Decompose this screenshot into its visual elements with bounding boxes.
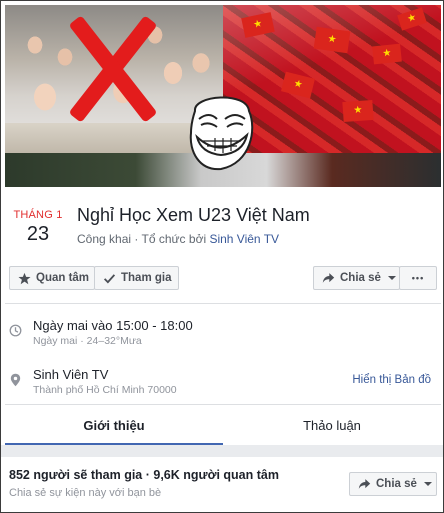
share-arrow-icon [322,273,335,283]
event-date: THÁNG 1 23 [13,209,63,246]
caret-down-icon [423,482,432,486]
event-meta: Công khai · Tổ chức bởi Sinh Viên TV [77,232,279,246]
more-button[interactable]: ••• [399,266,437,290]
share-button[interactable]: Chia sẻ [313,266,400,290]
share-arrow-icon [358,479,371,489]
location-city: Thành phố Hồ Chí Minh 70000 [33,384,177,396]
cover-photo [5,5,441,187]
share-label-bottom: Chia sẻ [376,478,417,490]
going-label: Tham gia [121,272,172,284]
share-button-bottom[interactable]: Chia sẻ [349,472,437,496]
caret-down-icon [387,276,396,280]
interested-button[interactable]: Quan tâm [9,266,95,290]
event-privacy: Công khai [77,232,132,246]
tab-discussion[interactable]: Thảo luận [223,405,441,445]
tab-about[interactable]: Giới thiệu [5,405,223,445]
troll-face-icon [189,96,254,171]
vietnam-flag-icon [241,12,275,38]
more-dots-icon: ••• [411,273,425,283]
meta-separator: · [134,232,142,246]
event-day: 23 [26,223,50,245]
check-icon [103,273,116,283]
organizer-link[interactable]: Sinh Viên TV [209,232,279,246]
going-button[interactable]: Tham gia [94,266,179,290]
location-pin-icon [10,373,21,387]
star-icon [18,272,31,284]
divider [5,303,441,304]
interested-label: Quan tâm [36,272,90,284]
event-title: Nghỉ Học Xem U23 Việt Nam [77,205,310,225]
vietnam-flag-icon [397,7,427,31]
red-x-mark-icon [65,13,155,123]
clock-icon [9,324,22,337]
share-label: Chia sẻ [340,272,381,284]
event-tabs: Giới thiệu Thảo luận [5,405,441,445]
organizer-prefix: Tổ chức bởi [141,232,207,246]
vietnam-flag-icon [372,43,402,65]
section-gap [1,445,443,457]
attendance-summary[interactable]: 852 người sẽ tham gia · 9,6K người quan … [9,468,279,482]
event-time: Ngày mai vào 15:00 - 18:00 [33,318,193,333]
event-month: THÁNG 1 [13,209,63,221]
event-page: THÁNG 1 23 Nghỉ Học Xem U23 Việt Nam Côn… [0,0,444,513]
location-name[interactable]: Sinh Viên TV [33,367,108,382]
share-prompt: Chia sẻ sự kiện này với bạn bè [9,487,162,499]
event-weather: Ngày mai · 24–32°Mưa [33,335,142,347]
vietnam-flag-icon [342,99,374,123]
vietnam-flag-icon [313,26,351,54]
vietnam-flag-icon [281,71,315,99]
show-map-link[interactable]: Hiển thị Bản đồ [352,374,431,386]
